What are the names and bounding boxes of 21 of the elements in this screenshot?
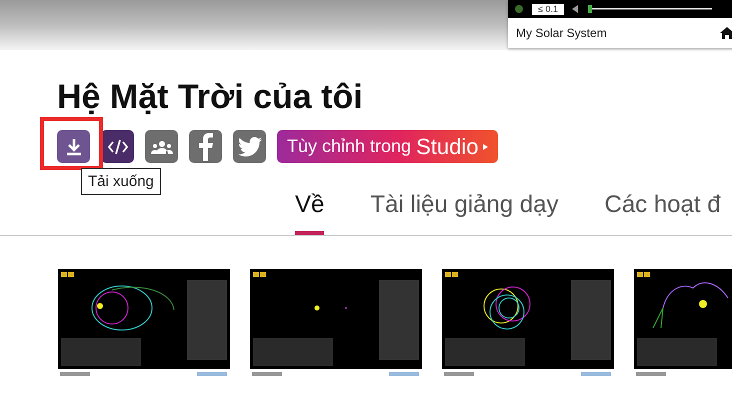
people-icon [150,140,172,154]
card-caption: My Solar System [516,26,607,40]
tab[interactable]: Tài liệu giảng dạy [370,191,558,235]
planet-icon [514,4,524,14]
home-icon [720,27,732,39]
facebook-icon [198,132,212,160]
tooltip: Tải xuống [81,168,161,195]
play-icon [483,144,488,150]
simulation-card[interactable]: ≤ 0.1 My Solar System [508,0,732,48]
download-button[interactable] [57,130,90,163]
tab[interactable]: Các hoạt đ [604,191,721,235]
classroom-button[interactable] [145,130,178,163]
embed-button[interactable] [101,130,134,163]
code-icon [106,138,128,156]
tab[interactable]: Về [295,191,324,235]
facebook-button[interactable] [189,130,222,163]
page-title: Hệ Mặt Trời của tôi [57,77,364,118]
twitter-button[interactable] [233,130,266,163]
studio-button[interactable]: Tùy chỉnh trong Studio [277,130,498,163]
value-readout: ≤ 0.1 [532,4,564,14]
twitter-icon [238,136,262,156]
